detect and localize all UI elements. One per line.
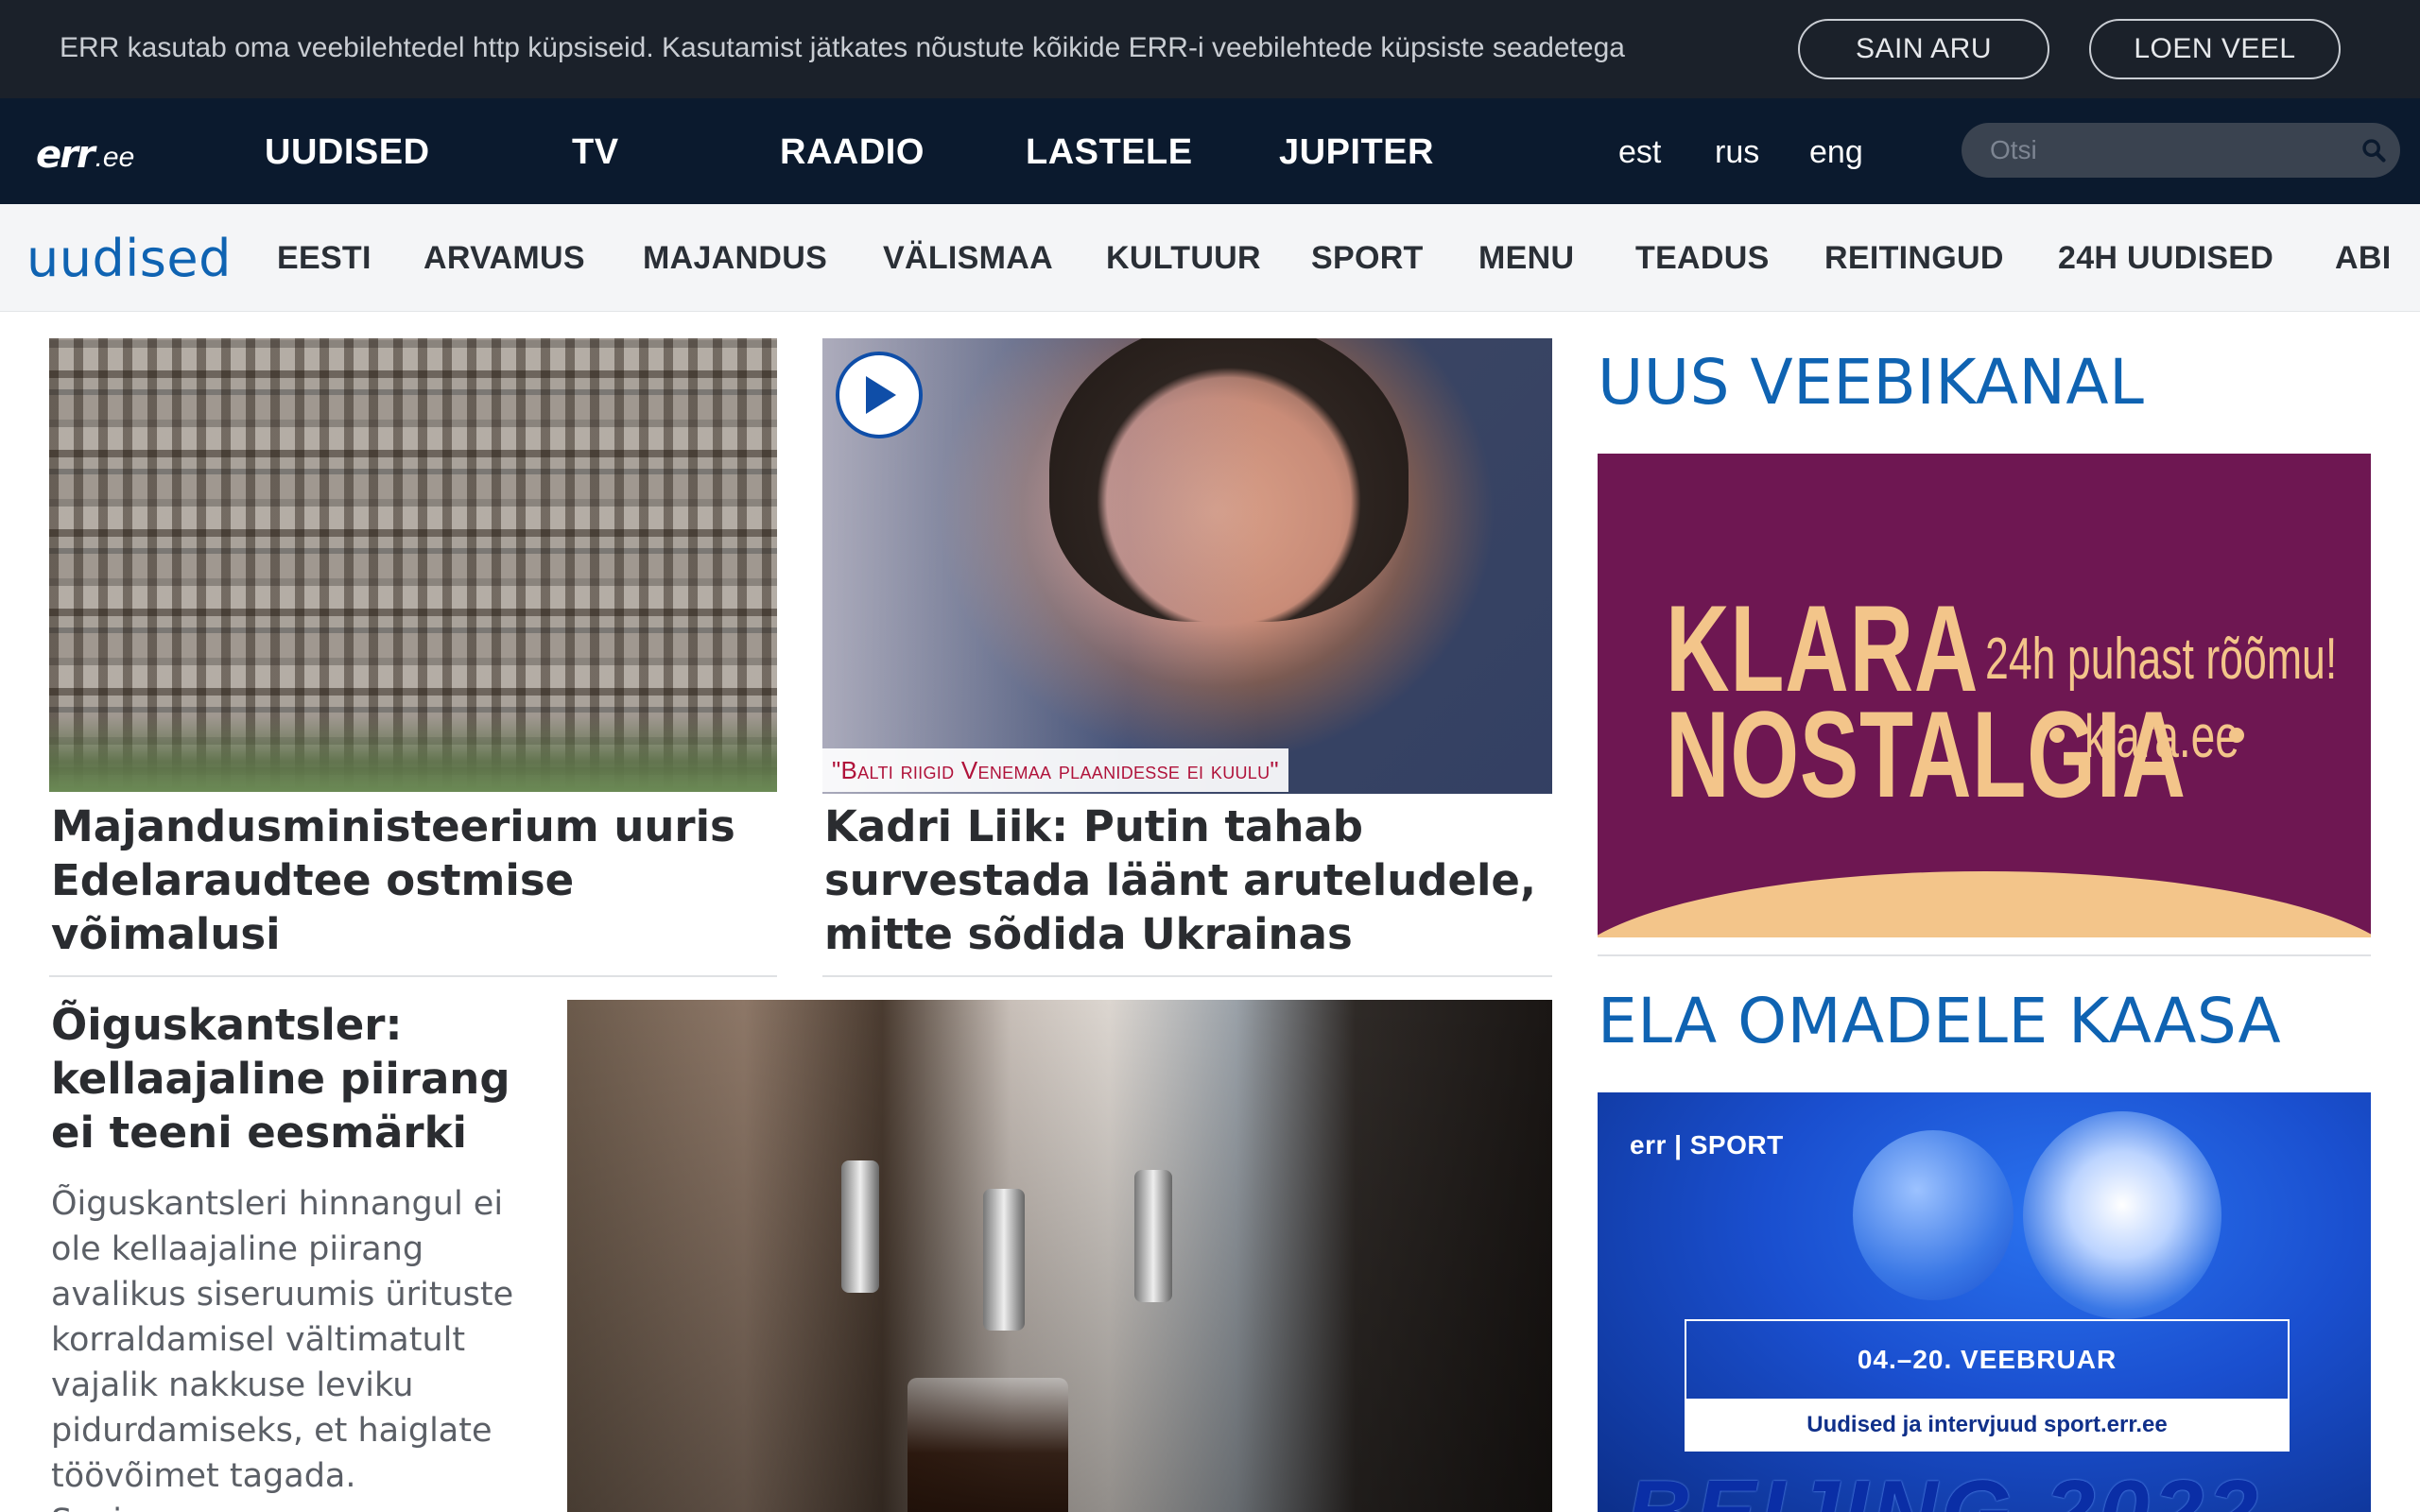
topnav-item-tv[interactable]: TV [572, 132, 619, 173]
subnav-item-eesti[interactable]: EESTI [277, 240, 372, 277]
subnav-item-24h-uudised[interactable]: 24H UUDISED [2058, 240, 2273, 277]
beer-glass [908, 1378, 1068, 1512]
language-eng[interactable]: eng [1809, 134, 1863, 171]
subnav-item-reitingud[interactable]: REITINGUD [1824, 240, 2004, 277]
search-input[interactable] [1990, 132, 2330, 168]
portrait-hair [1049, 338, 1409, 622]
cookie-banner: ERR kasutab oma veebilehtedel http küpsi… [0, 0, 2420, 98]
section-navigation: uudised EESTI ARVAMUS MAJANDUS VÄLISMAA … [0, 204, 2420, 312]
logo-main: err [36, 133, 95, 177]
event-dates: 04.–20. VEEBRUAR [1685, 1319, 2290, 1400]
subnav-item-valismaa[interactable]: VÄLISMAA [883, 240, 1053, 277]
topnav-item-raadio[interactable]: RAADIO [780, 132, 925, 173]
beer-tap-image[interactable] [567, 1000, 1552, 1512]
cookie-accept-button[interactable]: SAIN ARU [1798, 19, 2049, 79]
bullet-dot [2229, 728, 2244, 743]
topnav-item-uudised[interactable]: UUDISED [265, 132, 430, 173]
logo-suffix: .ee [95, 142, 135, 173]
subnav-item-majandus[interactable]: MAJANDUS [643, 240, 827, 277]
article-headline-kadri-liik[interactable]: Kadri Liik: Putin tahab survestada läänt… [824, 799, 1562, 961]
event-subline: Uudised ja intervjuud sport.err.ee [1685, 1399, 2290, 1452]
subnav-item-sport[interactable]: SPORT [1311, 240, 1424, 277]
err-logo[interactable]: err .ee [36, 132, 187, 174]
language-est[interactable]: est [1618, 134, 1661, 171]
cookie-read-more-button[interactable]: LOEN VEEL [2089, 19, 2341, 79]
topnav-item-jupiter[interactable]: JUPITER [1279, 132, 1434, 173]
grass-strip [49, 716, 777, 792]
klara-nostalgia-banner[interactable]: KLARA NOSTALGIA 24h puhast rõõmu! klara.… [1598, 454, 2371, 937]
article-headline-edelaraudtee[interactable]: Majandusministeerium uuris Edelaraudtee … [51, 799, 779, 961]
beer-tap [1134, 1170, 1172, 1302]
top-navigation: err .ee UUDISED TV RAADIO LASTELE JUPITE… [0, 98, 2420, 204]
beer-tap [983, 1189, 1025, 1331]
cookie-text: ERR kasutab oma veebilehtedel http küpsi… [60, 32, 1625, 63]
search-box [1962, 123, 2400, 178]
subnav-item-teadus[interactable]: TEADUS [1635, 240, 1770, 277]
mascot-lantern [1853, 1130, 2014, 1300]
topnav-item-lastele[interactable]: LASTELE [1026, 132, 1193, 173]
play-video-button[interactable] [836, 352, 923, 438]
search-icon[interactable] [2360, 137, 2387, 163]
article-divider [49, 975, 777, 977]
sidebar-divider [1598, 954, 2371, 956]
err-sport-logo: err | SPORT [1630, 1130, 1784, 1160]
section-brand[interactable]: uudised [26, 229, 232, 288]
subnav-item-arvamus[interactable]: ARVAMUS [424, 240, 585, 277]
article-headline-oiguskantsler[interactable]: Õiguskantsler: kellaajaline piirang ei t… [51, 998, 543, 1160]
language-rus[interactable]: rus [1715, 134, 1759, 171]
subnav-item-menu[interactable]: MENU [1478, 240, 1574, 277]
beer-tap [841, 1160, 879, 1293]
railway-tracks-image[interactable] [49, 338, 777, 792]
subnav-item-kultuur[interactable]: KULTUUR [1106, 240, 1261, 277]
article-quote-label: "Balti riigid Venemaa plaanidesse ei kuu… [822, 748, 1288, 792]
bullet-dot [2049, 728, 2065, 743]
klara-url: klara.ee [2084, 702, 2239, 770]
portrait-image[interactable] [822, 338, 1552, 794]
article-divider [822, 975, 1552, 977]
subnav-item-abi[interactable]: ABI [2335, 240, 2391, 277]
banner-wave [1598, 871, 2371, 937]
mascot-panda [2023, 1111, 2221, 1319]
event-title: BEIJING 2022 [1626, 1461, 2261, 1512]
sidebar-title-ela-omadele: ELA OMADELE KAASA [1598, 985, 2282, 1057]
err-sport-olympics-banner[interactable]: err | SPORT 04.–20. VEEBRUAR Uudised ja … [1598, 1092, 2371, 1512]
sidebar-title-veebikanal: UUS VEEBIKANAL [1598, 346, 2145, 419]
klara-tagline: 24h puhast rõõmu! [1985, 627, 2338, 692]
article-lede: Õiguskantsleri hinnangul ei ole kellaaja… [51, 1185, 514, 1512]
play-icon [866, 376, 896, 414]
